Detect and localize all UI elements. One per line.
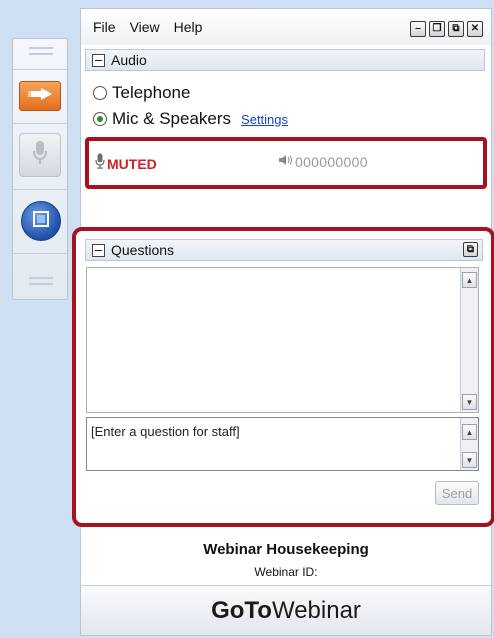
scroll-down-icon[interactable]: ▼ [462, 452, 477, 468]
menu-bar: File View Help – ❐ ⧉ ✕ [81, 9, 491, 45]
close-button[interactable]: ✕ [467, 21, 483, 37]
level-meter: 000000000 [295, 154, 368, 170]
webinar-title: Webinar Housekeeping [203, 541, 369, 558]
arrow-right-icon [27, 87, 53, 106]
screen-view-button[interactable] [21, 201, 61, 241]
collapse-icon[interactable] [92, 243, 105, 257]
audio-header-label: Audio [111, 52, 147, 68]
radio-mic-speakers[interactable] [93, 112, 107, 126]
telephone-label: Telephone [112, 83, 191, 102]
dock-divider [13, 123, 67, 124]
popout-button[interactable]: ⧉ [448, 21, 464, 37]
audio-level: 000000000 [279, 153, 368, 171]
window-controls: – ❐ ⧉ ✕ [410, 21, 483, 37]
menu-file[interactable]: File [93, 19, 116, 35]
scroll-up-icon[interactable]: ▲ [462, 424, 477, 440]
question-log[interactable]: ▲ ▼ [86, 267, 479, 413]
question-log-scrollbar[interactable]: ▲ ▼ [460, 268, 478, 412]
minimize-icon: – [415, 23, 421, 34]
brand-regular: Webinar [271, 596, 361, 624]
questions-section-header[interactable]: Questions ⧉ [85, 239, 483, 261]
dock-divider [13, 189, 67, 190]
telephone-option[interactable]: Telephone [93, 83, 190, 103]
menu-view[interactable]: View [130, 19, 160, 35]
send-button[interactable]: Send [435, 481, 479, 505]
question-input-scrollbar[interactable]: ▲ ▼ [460, 418, 478, 470]
mic-speakers-option[interactable]: Mic & Speakers Settings [93, 109, 288, 129]
questions-highlight-box: Questions ⧉ ▲ ▼ ▲ ▼ Send [72, 227, 494, 527]
collapse-icon[interactable] [92, 53, 105, 67]
audio-status-box: MUTED 000000000 [85, 137, 487, 189]
radio-telephone[interactable] [93, 86, 107, 100]
control-panel: File View Help – ❐ ⧉ ✕ Audio Telephone M… [72, 8, 494, 636]
mic-speakers-label: Mic & Speakers [112, 109, 232, 128]
show-hide-panel-button[interactable] [19, 81, 61, 111]
speaker-icon [279, 153, 293, 171]
restore-button[interactable]: ❐ [429, 21, 445, 37]
microphone-icon [95, 153, 105, 174]
dock-divider [13, 69, 67, 70]
microphone-icon [32, 140, 48, 171]
questions-header-label: Questions [111, 242, 175, 258]
scroll-up-icon[interactable]: ▲ [462, 272, 477, 288]
question-input[interactable] [87, 418, 447, 470]
control-dock [12, 38, 68, 300]
webinar-id: Webinar ID: [254, 565, 318, 579]
settings-link[interactable]: Settings [241, 112, 288, 127]
mute-status[interactable]: MUTED [95, 153, 157, 174]
question-input-area: ▲ ▼ [86, 417, 479, 471]
brand-bold: GoTo [211, 596, 272, 624]
close-icon: ✕ [470, 23, 480, 34]
minimize-button[interactable]: – [410, 21, 426, 37]
popout-icon: ⧉ [466, 243, 475, 255]
audio-section-header[interactable]: Audio [85, 49, 485, 71]
dock-grip-top[interactable] [29, 47, 53, 55]
screen-icon [32, 210, 50, 233]
gotowebinar-logo: GoTo Webinar [81, 585, 491, 635]
popout-button[interactable]: ⧉ [463, 242, 478, 257]
restore-icon: ❐ [432, 23, 442, 34]
microphone-button[interactable] [19, 133, 61, 177]
scroll-down-icon[interactable]: ▼ [462, 394, 477, 410]
dock-divider [13, 253, 67, 254]
muted-label: MUTED [107, 155, 157, 172]
menu-help[interactable]: Help [174, 19, 203, 35]
popout-icon: ⧉ [452, 23, 460, 34]
dock-grip-bottom[interactable] [29, 277, 53, 285]
